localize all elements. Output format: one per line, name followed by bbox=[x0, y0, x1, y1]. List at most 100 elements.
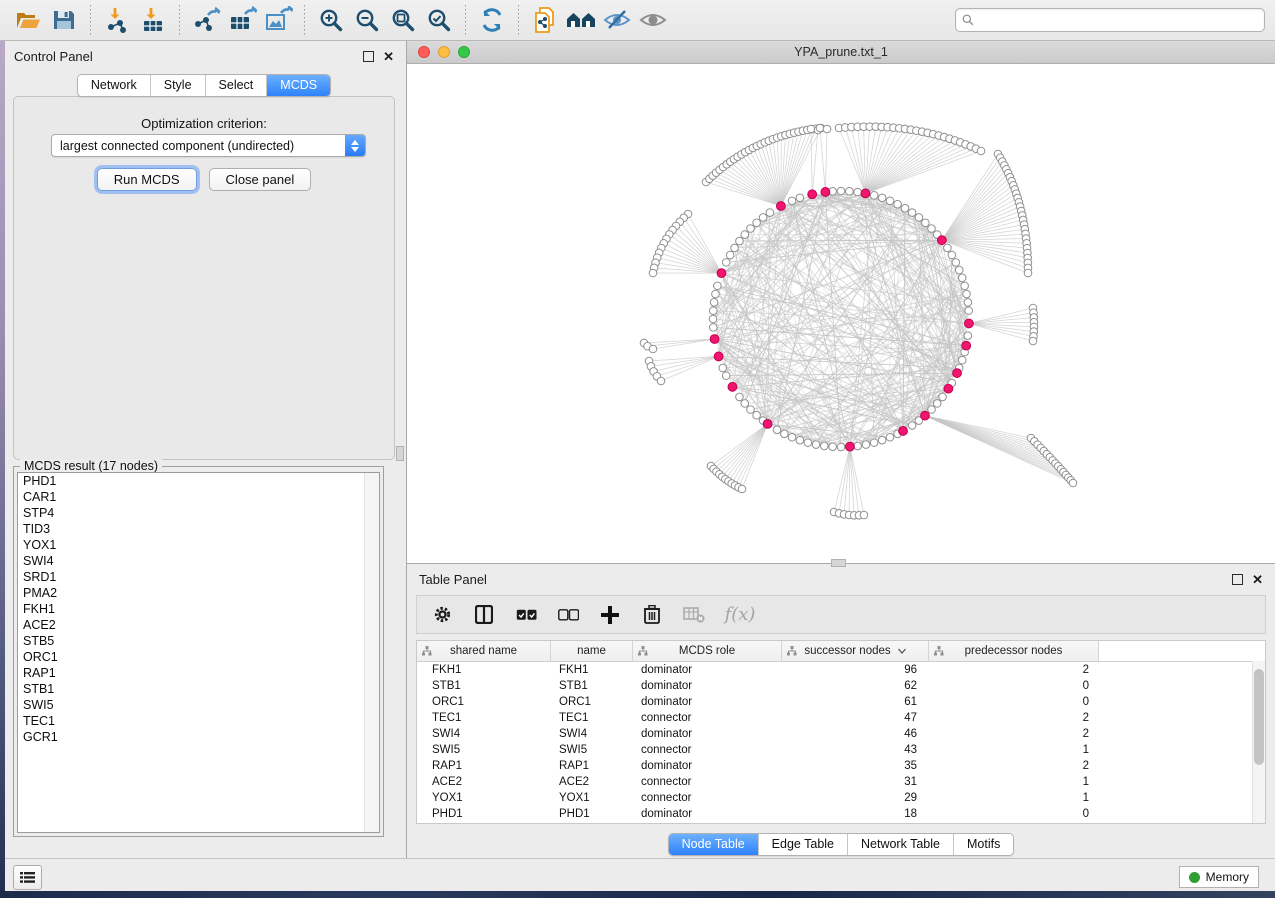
mcds-list-scrollbar[interactable] bbox=[364, 473, 379, 832]
mcds-hub-node[interactable] bbox=[937, 236, 946, 245]
network-canvas[interactable] bbox=[407, 64, 1275, 563]
mcds-hub-node[interactable] bbox=[714, 352, 723, 361]
table-cell[interactable]: 2 bbox=[929, 726, 1099, 742]
vertical-splitter-handle[interactable] bbox=[396, 446, 404, 461]
window-zoom-icon[interactable] bbox=[458, 46, 470, 58]
tab-select[interactable]: Select bbox=[205, 75, 267, 96]
table-row-ACE2[interactable]: ACE2ACE2connector311 bbox=[417, 774, 1265, 790]
table-cell[interactable]: dominator bbox=[633, 806, 782, 822]
table-cell[interactable]: 1 bbox=[929, 774, 1099, 790]
table-cell[interactable]: TEC1 bbox=[551, 710, 633, 726]
table-cell[interactable]: ORC1 bbox=[551, 694, 633, 710]
mcds-hub-node[interactable] bbox=[717, 269, 726, 278]
table-cell[interactable]: 46 bbox=[782, 726, 929, 742]
table-row-PHD1[interactable]: PHD1PHD1dominator180 bbox=[417, 806, 1265, 822]
mcds-result-list[interactable]: PHD1CAR1STP4TID3YOX1SWI4SRD1PMA2FKH1ACE2… bbox=[17, 472, 380, 833]
table-cell[interactable]: connector bbox=[633, 742, 782, 758]
table-cell[interactable]: 43 bbox=[782, 742, 929, 758]
mcds-result-item[interactable]: STP4 bbox=[18, 505, 379, 521]
mcds-hub-node[interactable] bbox=[921, 411, 930, 420]
column-header-successor-nodes[interactable]: successor nodes bbox=[782, 641, 929, 661]
mcds-result-item[interactable]: PHD1 bbox=[18, 473, 379, 489]
new-network-from-selection-icon[interactable] bbox=[530, 6, 560, 34]
import-network-icon[interactable] bbox=[102, 6, 132, 34]
table-cell[interactable]: 2 bbox=[929, 662, 1099, 678]
network-window-titlebar[interactable]: YPA_prune.txt_1 bbox=[407, 41, 1275, 64]
mcds-result-item[interactable]: YOX1 bbox=[18, 537, 379, 553]
zoom-in-icon[interactable] bbox=[316, 6, 346, 34]
tab-node-table[interactable]: Node Table bbox=[669, 834, 758, 855]
table-cell[interactable]: connector bbox=[633, 710, 782, 726]
import-table-icon[interactable] bbox=[138, 6, 168, 34]
table-options-icon[interactable] bbox=[429, 602, 455, 628]
table-cell[interactable]: SWI5 bbox=[417, 742, 551, 758]
show-all-icon[interactable] bbox=[638, 6, 668, 34]
column-header-MCDS-role[interactable]: MCDS role bbox=[633, 641, 782, 661]
mcds-hub-node[interactable] bbox=[861, 189, 870, 198]
export-image-icon[interactable] bbox=[263, 6, 293, 34]
table-cell[interactable]: RAP1 bbox=[417, 758, 551, 774]
mcds-result-item[interactable]: ACE2 bbox=[18, 617, 379, 633]
tab-edge-table[interactable]: Edge Table bbox=[758, 834, 847, 855]
select-all-icon[interactable] bbox=[513, 602, 539, 628]
column-header-shared-name[interactable]: shared name bbox=[417, 641, 551, 661]
show-hide-columns-icon[interactable] bbox=[471, 602, 497, 628]
export-table-icon[interactable] bbox=[227, 6, 257, 34]
table-cell[interactable]: dominator bbox=[633, 758, 782, 774]
mcds-hub-node[interactable] bbox=[899, 427, 908, 436]
mcds-result-item[interactable]: GCR1 bbox=[18, 729, 379, 745]
mcds-result-item[interactable]: ORC1 bbox=[18, 649, 379, 665]
open-file-icon[interactable] bbox=[13, 6, 43, 34]
zoom-fit-icon[interactable] bbox=[388, 6, 418, 34]
save-session-icon[interactable] bbox=[49, 6, 79, 34]
table-cell[interactable]: 2 bbox=[929, 710, 1099, 726]
zoom-selected-icon[interactable] bbox=[424, 6, 454, 34]
table-cell[interactable]: SWI4 bbox=[551, 726, 633, 742]
close-table-panel-icon[interactable]: ✕ bbox=[1252, 575, 1263, 584]
table-cell[interactable]: 35 bbox=[782, 758, 929, 774]
mcds-hub-node[interactable] bbox=[710, 335, 719, 344]
table-cell[interactable]: 0 bbox=[929, 678, 1099, 694]
column-header-predecessor-nodes[interactable]: predecessor nodes bbox=[929, 641, 1099, 661]
mcds-result-item[interactable]: TID3 bbox=[18, 521, 379, 537]
table-cell[interactable]: 0 bbox=[929, 806, 1099, 822]
mcds-hub-node[interactable] bbox=[728, 382, 737, 391]
table-cell[interactable]: FKH1 bbox=[417, 662, 551, 678]
table-cell[interactable]: ACE2 bbox=[551, 774, 633, 790]
tab-network[interactable]: Network bbox=[78, 75, 150, 96]
table-row-YOX1[interactable]: YOX1YOX1connector291 bbox=[417, 790, 1265, 806]
table-cell[interactable]: 29 bbox=[782, 790, 929, 806]
table-cell[interactable]: dominator bbox=[633, 694, 782, 710]
mcds-result-item[interactable]: SRD1 bbox=[18, 569, 379, 585]
mcds-hub-node[interactable] bbox=[808, 190, 817, 199]
table-cell[interactable]: dominator bbox=[633, 726, 782, 742]
table-cell[interactable]: SWI5 bbox=[551, 742, 633, 758]
tab-network-table[interactable]: Network Table bbox=[847, 834, 953, 855]
table-row-TEC1[interactable]: TEC1TEC1connector472 bbox=[417, 710, 1265, 726]
table-cell[interactable]: connector bbox=[633, 774, 782, 790]
table-cell[interactable]: 0 bbox=[929, 694, 1099, 710]
table-row-RAP1[interactable]: RAP1RAP1dominator352 bbox=[417, 758, 1265, 774]
float-panel-icon[interactable] bbox=[363, 51, 374, 62]
table-cell[interactable]: 96 bbox=[782, 662, 929, 678]
mcds-result-item[interactable]: SWI4 bbox=[18, 553, 379, 569]
task-history-button[interactable] bbox=[13, 865, 42, 890]
table-cell[interactable]: 62 bbox=[782, 678, 929, 694]
table-cell[interactable]: 61 bbox=[782, 694, 929, 710]
table-cell[interactable]: SWI4 bbox=[417, 726, 551, 742]
mcds-hub-node[interactable] bbox=[763, 419, 772, 428]
table-row-STB1[interactable]: STB1STB1dominator620 bbox=[417, 678, 1265, 694]
tab-motifs[interactable]: Motifs bbox=[953, 834, 1013, 855]
search-input[interactable] bbox=[978, 12, 1258, 28]
zoom-out-icon[interactable] bbox=[352, 6, 382, 34]
float-table-panel-icon[interactable] bbox=[1232, 574, 1243, 585]
table-cell[interactable]: ACE2 bbox=[417, 774, 551, 790]
mcds-result-item[interactable]: STB5 bbox=[18, 633, 379, 649]
mcds-result-item[interactable]: STB1 bbox=[18, 681, 379, 697]
table-cell[interactable]: STB1 bbox=[551, 678, 633, 694]
table-cell[interactable]: RAP1 bbox=[551, 758, 633, 774]
mcds-hub-node[interactable] bbox=[953, 369, 962, 378]
mcds-hub-node[interactable] bbox=[846, 442, 855, 451]
mcds-result-item[interactable]: PMA2 bbox=[18, 585, 379, 601]
table-cell[interactable]: PHD1 bbox=[417, 806, 551, 822]
